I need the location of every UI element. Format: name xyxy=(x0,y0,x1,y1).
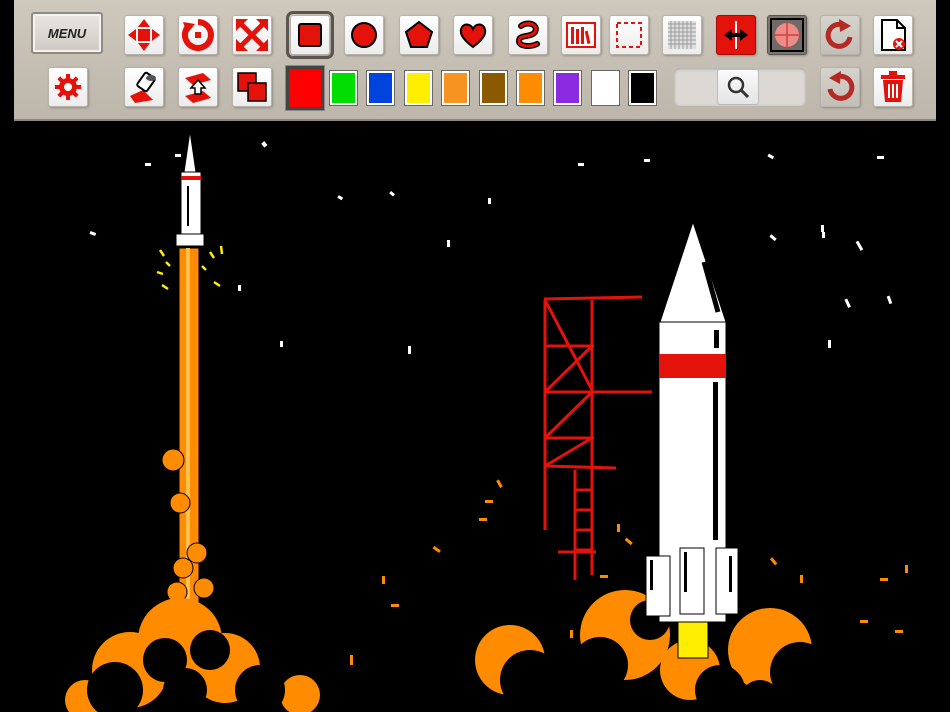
delete-button[interactable] xyxy=(873,67,913,107)
move-icon xyxy=(128,19,160,51)
heart-shape-button[interactable] xyxy=(453,15,493,55)
search-icon xyxy=(727,76,750,99)
target-icon xyxy=(770,18,804,52)
settings-button[interactable] xyxy=(48,67,88,107)
square-shape-icon xyxy=(298,23,322,47)
search-button[interactable] xyxy=(717,69,759,105)
color-swatch-6[interactable] xyxy=(517,71,544,105)
fill-bucket-icon xyxy=(130,71,156,103)
selection-icon xyxy=(616,22,642,48)
search-box[interactable] xyxy=(674,68,806,106)
color-swatch-1[interactable] xyxy=(330,71,357,105)
resize-tool-button[interactable] xyxy=(232,15,272,55)
rotate-tool-button[interactable] xyxy=(178,15,218,55)
drawing-canvas[interactable] xyxy=(0,121,950,712)
color-swatch-5[interactable] xyxy=(480,71,507,105)
undo-icon xyxy=(827,71,855,101)
color-swatch-0[interactable] xyxy=(286,66,324,110)
settings-icon xyxy=(55,74,81,100)
square-shape-button[interactable] xyxy=(286,11,334,59)
move-tool-button[interactable] xyxy=(124,15,164,55)
resize-icon xyxy=(236,19,268,51)
heart-shape-icon xyxy=(459,23,487,49)
color-swatch-4[interactable] xyxy=(442,71,469,105)
target-button[interactable] xyxy=(767,15,807,55)
undo-button[interactable] xyxy=(820,67,860,107)
new-page-button[interactable] xyxy=(873,15,913,55)
pentagon-shape-button[interactable] xyxy=(399,15,439,55)
stamp-library-icon xyxy=(566,22,596,48)
duplicate-button[interactable] xyxy=(232,67,272,107)
grid-toggle-button[interactable] xyxy=(662,15,702,55)
curve-shape-icon xyxy=(515,20,540,49)
redo-icon xyxy=(825,19,853,49)
color-swatch-8[interactable] xyxy=(592,71,619,105)
circle-shape-button[interactable] xyxy=(344,15,384,55)
flip-button[interactable] xyxy=(716,15,756,55)
delete-icon xyxy=(881,71,905,102)
toolbar: MENU xyxy=(14,0,936,121)
layer-order-button[interactable] xyxy=(178,67,218,107)
curve-shape-button[interactable] xyxy=(508,15,548,55)
menu-label: MENU xyxy=(47,25,87,41)
flip-icon xyxy=(722,21,750,49)
new-page-icon xyxy=(881,19,906,51)
layer-order-icon xyxy=(185,73,211,103)
redo-button[interactable] xyxy=(820,15,860,55)
grid-icon xyxy=(668,21,696,49)
fill-bucket-button[interactable] xyxy=(124,67,164,107)
circle-shape-icon xyxy=(351,22,377,48)
color-swatch-2[interactable] xyxy=(367,71,394,105)
color-swatch-7[interactable] xyxy=(554,71,581,105)
color-swatch-3[interactable] xyxy=(405,71,432,105)
color-swatch-9[interactable] xyxy=(629,71,656,105)
pentagon-shape-icon xyxy=(404,20,434,48)
duplicate-icon xyxy=(237,72,267,102)
selection-tool-button[interactable] xyxy=(609,15,649,55)
menu-button[interactable]: MENU xyxy=(31,12,103,54)
rotate-icon xyxy=(182,19,214,51)
stamp-library-button[interactable] xyxy=(561,15,601,55)
